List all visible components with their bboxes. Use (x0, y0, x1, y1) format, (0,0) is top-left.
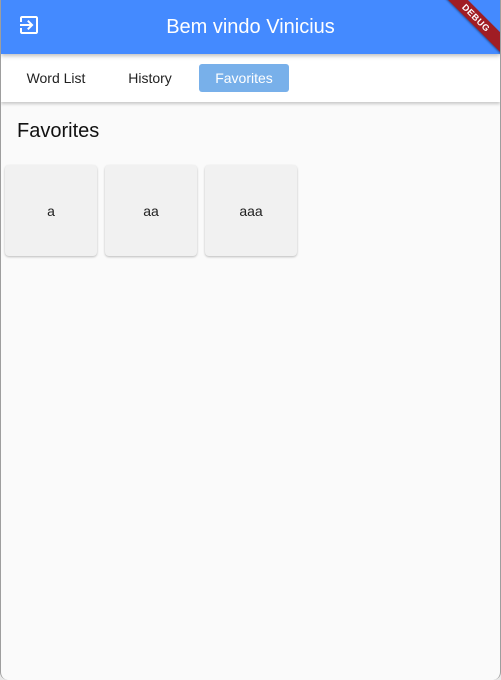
favorites-heading: Favorites (17, 120, 100, 142)
tab-word-list[interactable]: Word List (16, 64, 96, 92)
favorite-word: a (47, 202, 55, 219)
favorite-word: aa (143, 202, 159, 219)
favorite-card[interactable]: a (5, 165, 97, 256)
favorite-card[interactable]: aaa (205, 165, 297, 256)
tab-favorites[interactable]: Favorites (199, 64, 289, 92)
favorite-word: aaa (239, 202, 263, 219)
tab-bar: Word List History Favorites (1, 54, 500, 102)
tab-history[interactable]: History (111, 64, 189, 92)
favorite-card[interactable]: aa (105, 165, 197, 256)
page-title: Bem vindo Vinicius (166, 16, 335, 38)
app-bar: Bem vindo Vinicius (1, 0, 500, 54)
app-screen: Bem vindo Vinicius DEBUG Word List Histo… (0, 0, 501, 680)
